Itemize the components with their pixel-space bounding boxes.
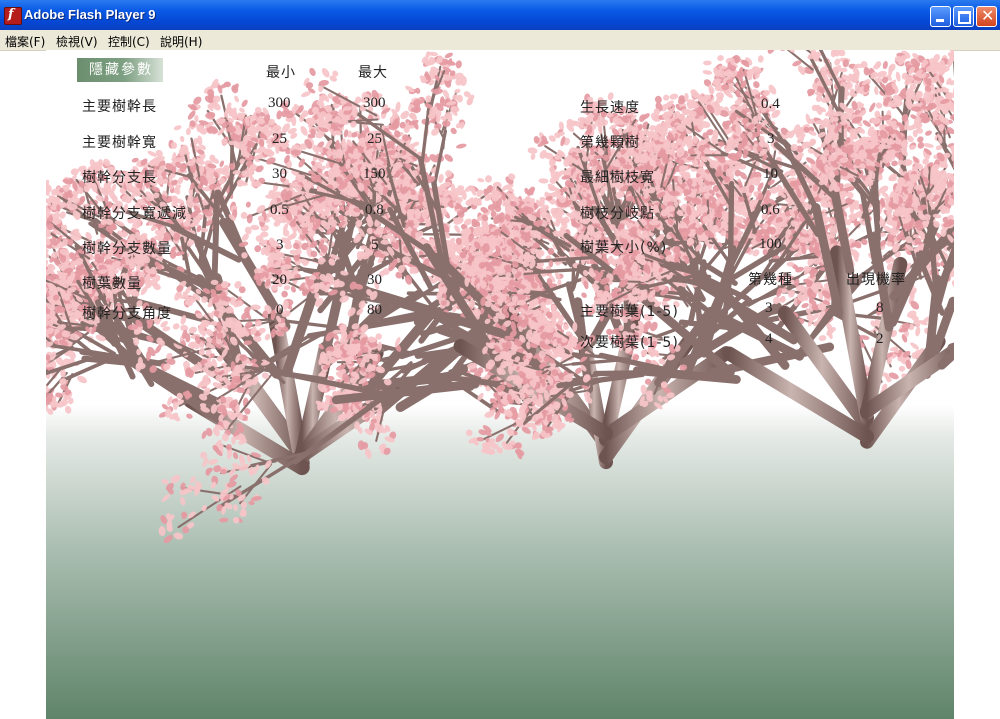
blossom-petal (400, 110, 410, 120)
tree-illustration (46, 50, 954, 679)
minimize-button[interactable] (930, 6, 951, 27)
menu-help[interactable]: 說明(H) (160, 33, 202, 50)
blossom-petal (205, 111, 216, 119)
blossom-petal (173, 125, 182, 131)
title-bar: f Adobe Flash Player 9 ✕ (0, 0, 1000, 30)
blossom-petal (415, 87, 421, 94)
blossom-petal (185, 127, 191, 136)
blossom-petal (241, 99, 248, 108)
blossom-petal (444, 154, 454, 162)
menu-bar: 檔案(F) 檢視(V) 控制(C) 說明(H) (0, 30, 1000, 51)
blossom-petal (250, 304, 261, 311)
blossom-petal (179, 135, 185, 143)
close-button[interactable]: ✕ (976, 6, 997, 27)
menu-file[interactable]: 檔案(F) (5, 33, 45, 50)
blossom-petal (197, 135, 203, 146)
blossom-petal (145, 195, 155, 202)
blossom-petal (64, 405, 72, 414)
window-title: Adobe Flash Player 9 (24, 7, 156, 22)
blossom-petal (454, 88, 461, 94)
blossom-petal (454, 225, 461, 233)
flash-stage: 隱藏參數 最小 最大 主要樹幹長 300 300 主要樹幹寬 25 25 樹幹分… (46, 50, 954, 719)
flash-player-icon: f (4, 7, 22, 25)
close-icon: ✕ (981, 6, 995, 25)
maximize-button[interactable] (953, 6, 974, 27)
blossom-petal (194, 114, 199, 123)
blossom-petal (456, 143, 467, 149)
menu-view[interactable]: 檢視(V) (56, 33, 98, 50)
menu-control[interactable]: 控制(C) (108, 33, 150, 50)
blossom-petal (438, 174, 444, 183)
blossom-petal (234, 95, 239, 103)
tree-branch (46, 369, 49, 372)
